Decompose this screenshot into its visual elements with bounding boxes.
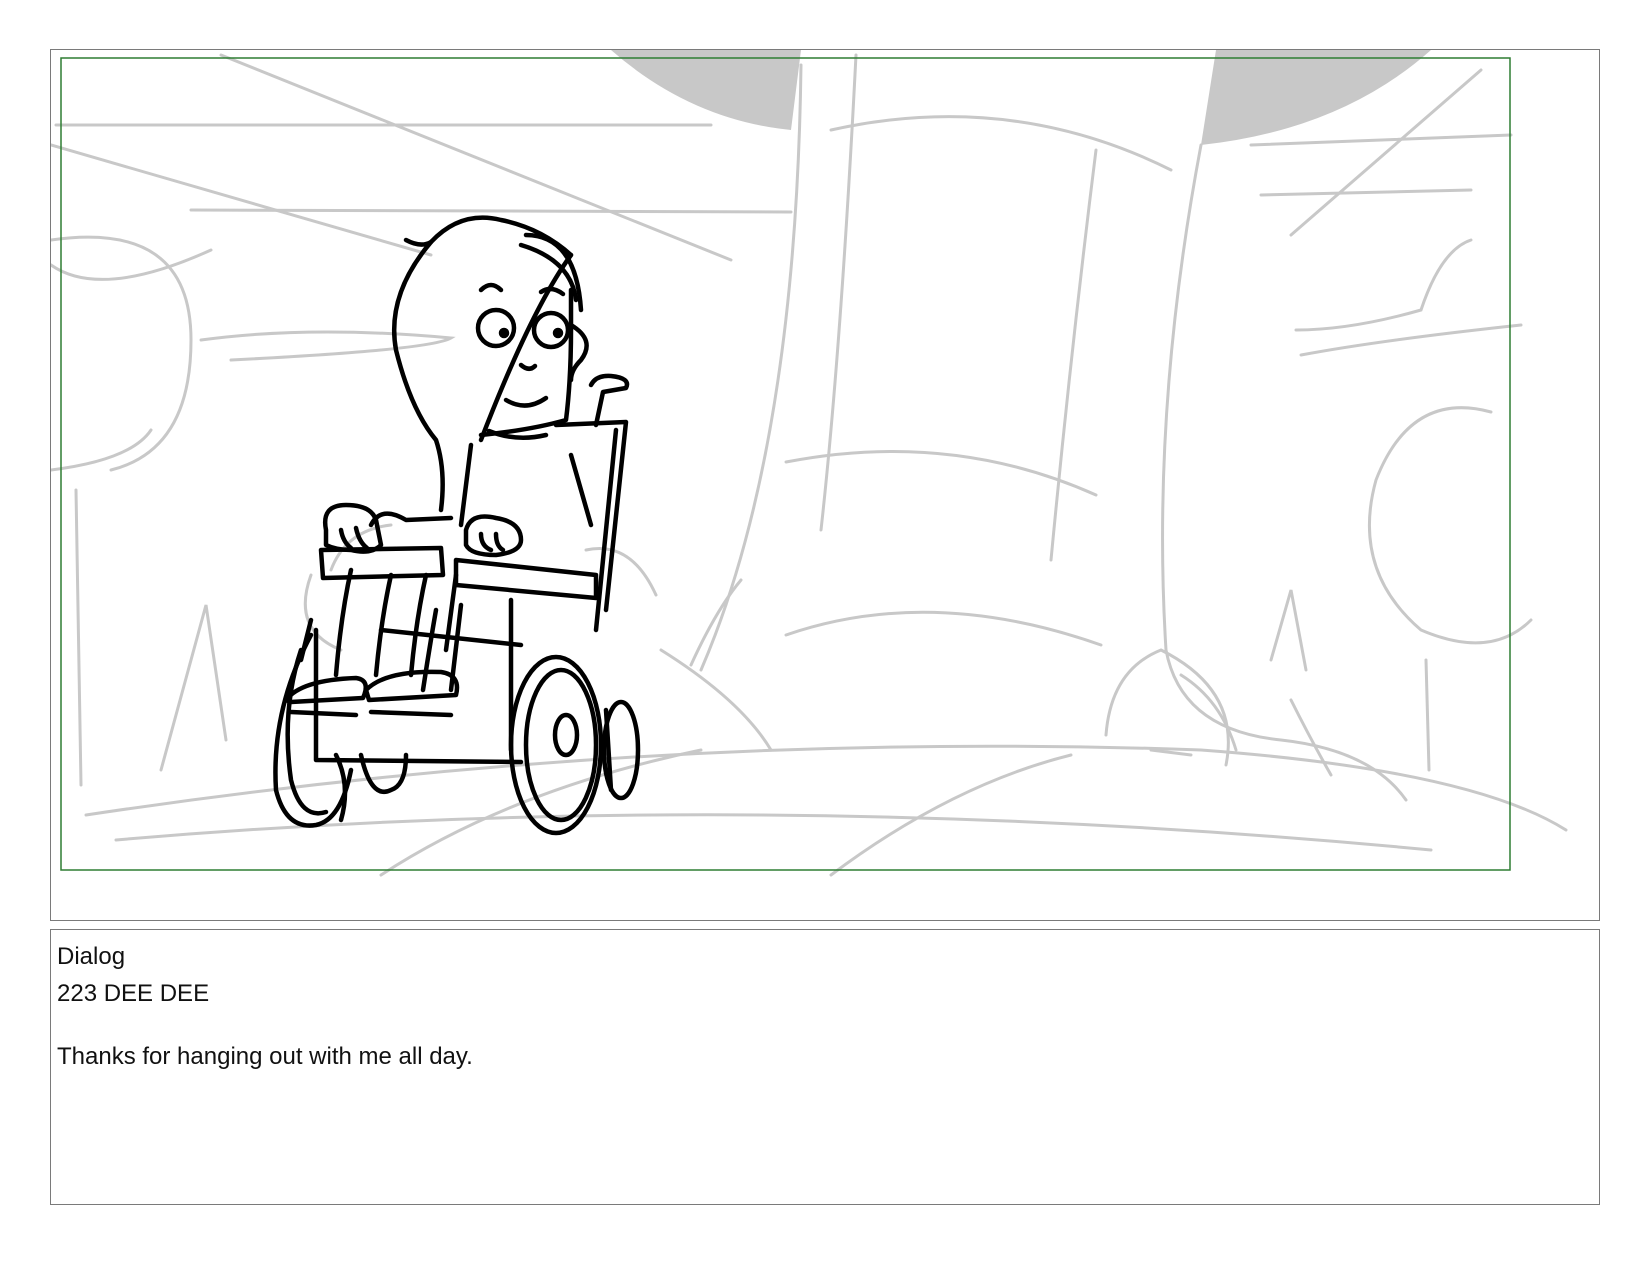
character-sketch — [273, 215, 641, 836]
dialog-box: Dialog 223 DEE DEE Thanks for hanging ou… — [50, 929, 1600, 1205]
dialog-speaker: 223 DEE DEE — [57, 980, 210, 1007]
dialog-heading: Dialog — [57, 943, 126, 970]
storyboard-panel — [50, 49, 1600, 921]
dialog-line-text: Thanks for hanging out with me all day. — [57, 1043, 473, 1070]
storyboard-drawing — [51, 50, 1568, 877]
dialog-spacer — [57, 1012, 1593, 1038]
